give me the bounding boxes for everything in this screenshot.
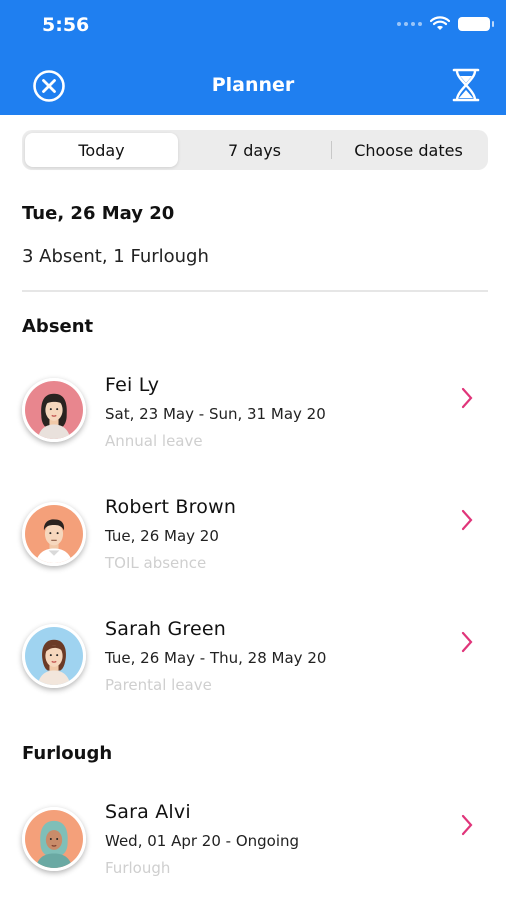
avatar	[22, 624, 86, 688]
absence-type: Furlough	[105, 859, 171, 877]
status-time: 5:56	[42, 14, 90, 36]
hourglass-icon[interactable]	[450, 67, 482, 103]
list-item-person[interactable]: Fei Ly Sat, 23 May - Sun, 31 May 20 Annu…	[0, 374, 506, 474]
absence-dates: Tue, 26 May - Thu, 28 May 20	[105, 649, 327, 667]
absence-type: TOIL absence	[105, 554, 207, 572]
chevron-right-icon	[461, 509, 473, 531]
page-title: Planner	[211, 74, 295, 96]
date-range-tabs: Today 7 days Choose dates	[22, 130, 488, 170]
person-name: Fei Ly	[105, 374, 160, 396]
wifi-icon	[430, 16, 450, 30]
list-item-person[interactable]: Robert Brown Tue, 26 May 20 TOIL absence	[0, 496, 506, 596]
person-name: Sara Alvi	[105, 801, 191, 823]
avatar	[22, 807, 86, 871]
avatar	[22, 502, 86, 566]
signal-icon	[397, 22, 422, 26]
absence-dates: Tue, 26 May 20	[105, 527, 219, 545]
person-name: Sarah Green	[105, 618, 226, 640]
chevron-right-icon	[461, 387, 473, 409]
avatar	[22, 378, 86, 442]
absence-summary: 3 Absent, 1 Furlough	[22, 246, 209, 267]
divider	[22, 290, 488, 292]
list-item-person[interactable]: Sara Alvi Wed, 01 Apr 20 - Ongoing Furlo…	[0, 801, 506, 900]
absence-dates: Wed, 01 Apr 20 - Ongoing	[105, 832, 300, 850]
section-title-furlough: Furlough	[22, 743, 113, 764]
tab-7-days[interactable]: 7 days	[178, 133, 331, 167]
status-icons	[397, 16, 494, 32]
absence-type: Parental leave	[105, 676, 212, 694]
tab-choose-dates[interactable]: Choose dates	[332, 133, 485, 167]
date-heading: Tue, 26 May 20	[22, 203, 175, 224]
tab-today[interactable]: Today	[25, 133, 178, 167]
chevron-right-icon	[461, 814, 473, 836]
absence-type: Annual leave	[105, 432, 203, 450]
person-name: Robert Brown	[105, 496, 237, 518]
battery-icon	[458, 17, 494, 31]
list-item-person[interactable]: Sarah Green Tue, 26 May - Thu, 28 May 20…	[0, 618, 506, 718]
section-title-absent: Absent	[22, 316, 94, 337]
app-header: 5:56 Planner	[0, 0, 506, 115]
absence-dates: Sat, 23 May - Sun, 31 May 20	[105, 405, 326, 423]
chevron-right-icon	[461, 631, 473, 653]
